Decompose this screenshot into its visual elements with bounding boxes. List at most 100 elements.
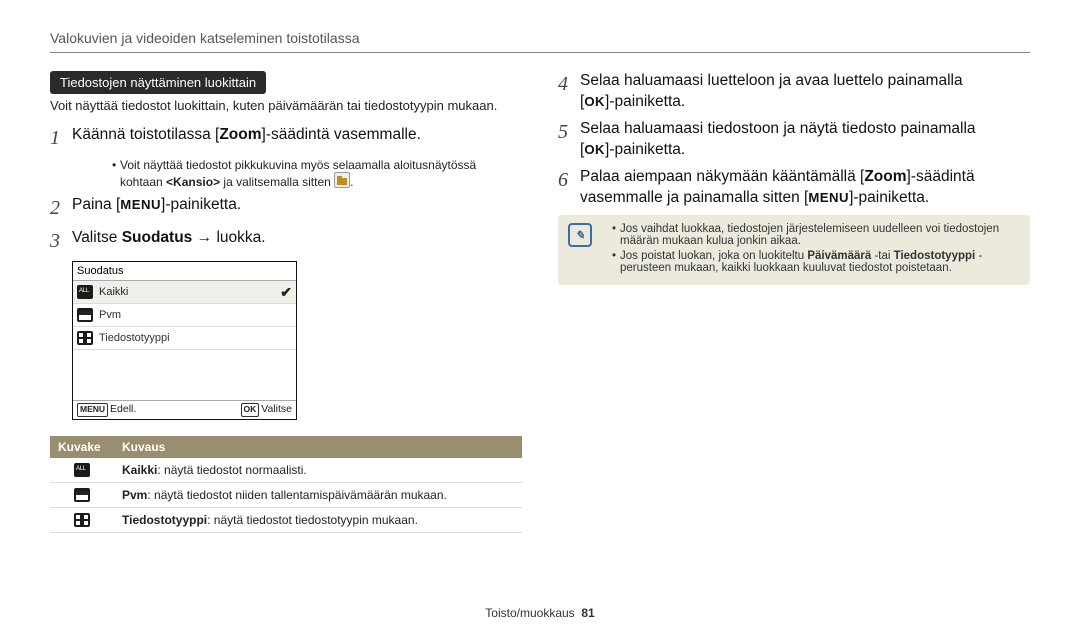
text-bold: <Kansio>	[166, 175, 220, 189]
text-bold: Zoom	[864, 168, 906, 185]
filter-footer: MENUEdell. OKValitse	[73, 400, 296, 419]
note-list: Jos vaihdat luokkaa, tiedostojen järjest…	[602, 223, 1020, 277]
table-row: Pvm: näytä tiedostot niiden tallentamisp…	[50, 482, 522, 507]
cell-desc: Kaikki: näytä tiedostot normaalisti.	[114, 458, 522, 483]
filter-row-date[interactable]: Pvm	[73, 304, 296, 327]
filetype-icon	[74, 513, 90, 527]
check-icon: ✔	[280, 284, 292, 301]
sub-bullet: Voit näyttää tiedostot pikkukuvina myös …	[112, 158, 522, 189]
step-body: Valitse Suodatus → luokka.	[72, 228, 522, 255]
text: ]-painiketta.	[161, 196, 241, 213]
text: : näytä tiedostot tiedostotyypin mukaan.	[207, 513, 418, 527]
filter-row-label: Pvm	[99, 309, 121, 321]
text: : näytä tiedostot niiden tallentamispäiv…	[147, 488, 447, 502]
text: ja valitsemalla sitten	[220, 175, 331, 189]
step-number: 5	[558, 119, 580, 161]
text: Valitse	[72, 229, 122, 246]
ok-label: OK	[584, 142, 605, 157]
step-number: 4	[558, 71, 580, 113]
text-bold: Tiedostotyyppi	[894, 250, 976, 262]
filter-title: Suodatus	[73, 262, 296, 281]
footer-section: Toisto/muokkaus	[485, 606, 574, 620]
text-bold: Päivämäärä	[807, 250, 871, 262]
step-number: 2	[50, 195, 72, 222]
text-bold: Suodatus	[122, 229, 193, 246]
step-3: 3 Valitse Suodatus → luokka.	[50, 228, 522, 255]
all-icon	[74, 463, 90, 477]
icon-description-table: Kuvake Kuvaus Kaikki: näytä tiedostot no…	[50, 436, 522, 533]
cell-icon	[50, 458, 114, 483]
filter-row-type[interactable]: Tiedostotyyppi	[73, 327, 296, 350]
text: -tai	[871, 250, 893, 262]
step-body: Paina [MENU]-painiketta.	[72, 195, 522, 222]
step-4: 4 Selaa haluamaasi luetteloon ja avaa lu…	[558, 71, 1030, 113]
step-body: Selaa haluamaasi tiedostoon ja näytä tie…	[580, 119, 1030, 161]
cell-icon	[50, 507, 114, 532]
note-item: Jos vaihdat luokkaa, tiedostojen järjest…	[612, 223, 1020, 247]
text: luokka.	[216, 229, 265, 246]
table-row: Kaikki: näytä tiedostot normaalisti.	[50, 458, 522, 483]
note-box: ✎ Jos vaihdat luokkaa, tiedostojen järje…	[558, 215, 1030, 285]
page: Valokuvien ja videoiden katseleminen toi…	[0, 0, 1080, 630]
text: Palaa aiempaan näkymään kääntämällä [	[580, 168, 864, 185]
text-bold: Zoom	[219, 126, 261, 143]
text: : näytä tiedostot normaalisti.	[157, 463, 306, 477]
filter-row-label: Kaikki	[99, 286, 128, 298]
cell-desc: Pvm: näytä tiedostot niiden tallentamisp…	[114, 482, 522, 507]
page-number: 81	[581, 606, 594, 620]
info-icon: ✎	[568, 223, 592, 247]
text: ]-painiketta.	[605, 141, 685, 158]
text: Käännä toistotilassa [	[72, 126, 219, 143]
calendar-icon	[77, 308, 93, 322]
filter-menu-screenshot: Suodatus Kaikki ✔ Pvm Tiedostotyyppi	[72, 261, 297, 420]
spacer	[73, 350, 296, 400]
text: Selaa haluamaasi tiedostoon ja näytä tie…	[580, 120, 976, 137]
content-columns: Tiedostojen näyttäminen luokittain Voit …	[50, 71, 1030, 533]
th-icon: Kuvake	[50, 436, 114, 458]
step-number: 1	[50, 125, 72, 152]
text-bold: Tiedostotyyppi	[122, 513, 207, 527]
menu-button-hint: MENU	[77, 403, 108, 417]
intro-text: Voit näyttää tiedostot luokittain, kuten…	[50, 98, 522, 113]
filter-row-all[interactable]: Kaikki ✔	[73, 281, 296, 304]
cell-desc: Tiedostotyyppi: näytä tiedostot tiedosto…	[114, 507, 522, 532]
text: ]-painiketta.	[849, 189, 929, 206]
note-item: Jos poistat luokan, joka on luokiteltu P…	[612, 250, 1020, 274]
menu-label: MENU	[808, 190, 849, 205]
step-body: Selaa haluamaasi luetteloon ja avaa luet…	[580, 71, 1030, 113]
right-column: 4 Selaa haluamaasi luetteloon ja avaa lu…	[558, 71, 1030, 533]
text: ]-painiketta.	[605, 93, 685, 110]
step-body: Käännä toistotilassa [Zoom]-säädintä vas…	[72, 125, 522, 152]
step-number: 6	[558, 167, 580, 209]
steps-list-right: 4 Selaa haluamaasi luetteloon ja avaa lu…	[558, 71, 1030, 209]
filter-row-label: Tiedostotyyppi	[99, 332, 170, 344]
footer-right: OKValitse	[241, 403, 293, 417]
folder-icon	[334, 172, 350, 188]
ok-label: OK	[584, 94, 605, 109]
text: ]-säädintä vasemmalle.	[262, 126, 421, 143]
step-body: Palaa aiempaan näkymään kääntämällä [Zoo…	[580, 167, 1030, 209]
footer-left: MENUEdell.	[77, 403, 136, 417]
step-2: 2 Paina [MENU]-painiketta.	[50, 195, 522, 222]
step-6: 6 Palaa aiempaan näkymään kääntämällä [Z…	[558, 167, 1030, 209]
page-footer: Toisto/muokkaus 81	[0, 606, 1080, 620]
ok-button-hint: OK	[241, 403, 260, 417]
calendar-icon	[74, 488, 90, 502]
arrow-icon: →	[192, 229, 216, 246]
steps-list-left-cont: 2 Paina [MENU]-painiketta. 3 Valitse Suo…	[50, 195, 522, 255]
all-icon	[77, 285, 93, 299]
text-bold: Pvm	[122, 488, 147, 502]
step-number: 3	[50, 228, 72, 255]
cell-icon	[50, 482, 114, 507]
page-header: Valokuvien ja videoiden katseleminen toi…	[50, 30, 1030, 53]
table-header-row: Kuvake Kuvaus	[50, 436, 522, 458]
section-heading-pill: Tiedostojen näyttäminen luokittain	[50, 71, 266, 94]
left-column: Tiedostojen näyttäminen luokittain Voit …	[50, 71, 522, 533]
text-bold: Kaikki	[122, 463, 157, 477]
step-5: 5 Selaa haluamaasi tiedostoon ja näytä t…	[558, 119, 1030, 161]
text: Paina [	[72, 196, 120, 213]
text: Valitse	[261, 403, 292, 415]
text: Selaa haluamaasi luetteloon ja avaa luet…	[580, 72, 963, 89]
th-desc: Kuvaus	[114, 436, 522, 458]
menu-label: MENU	[120, 197, 161, 212]
